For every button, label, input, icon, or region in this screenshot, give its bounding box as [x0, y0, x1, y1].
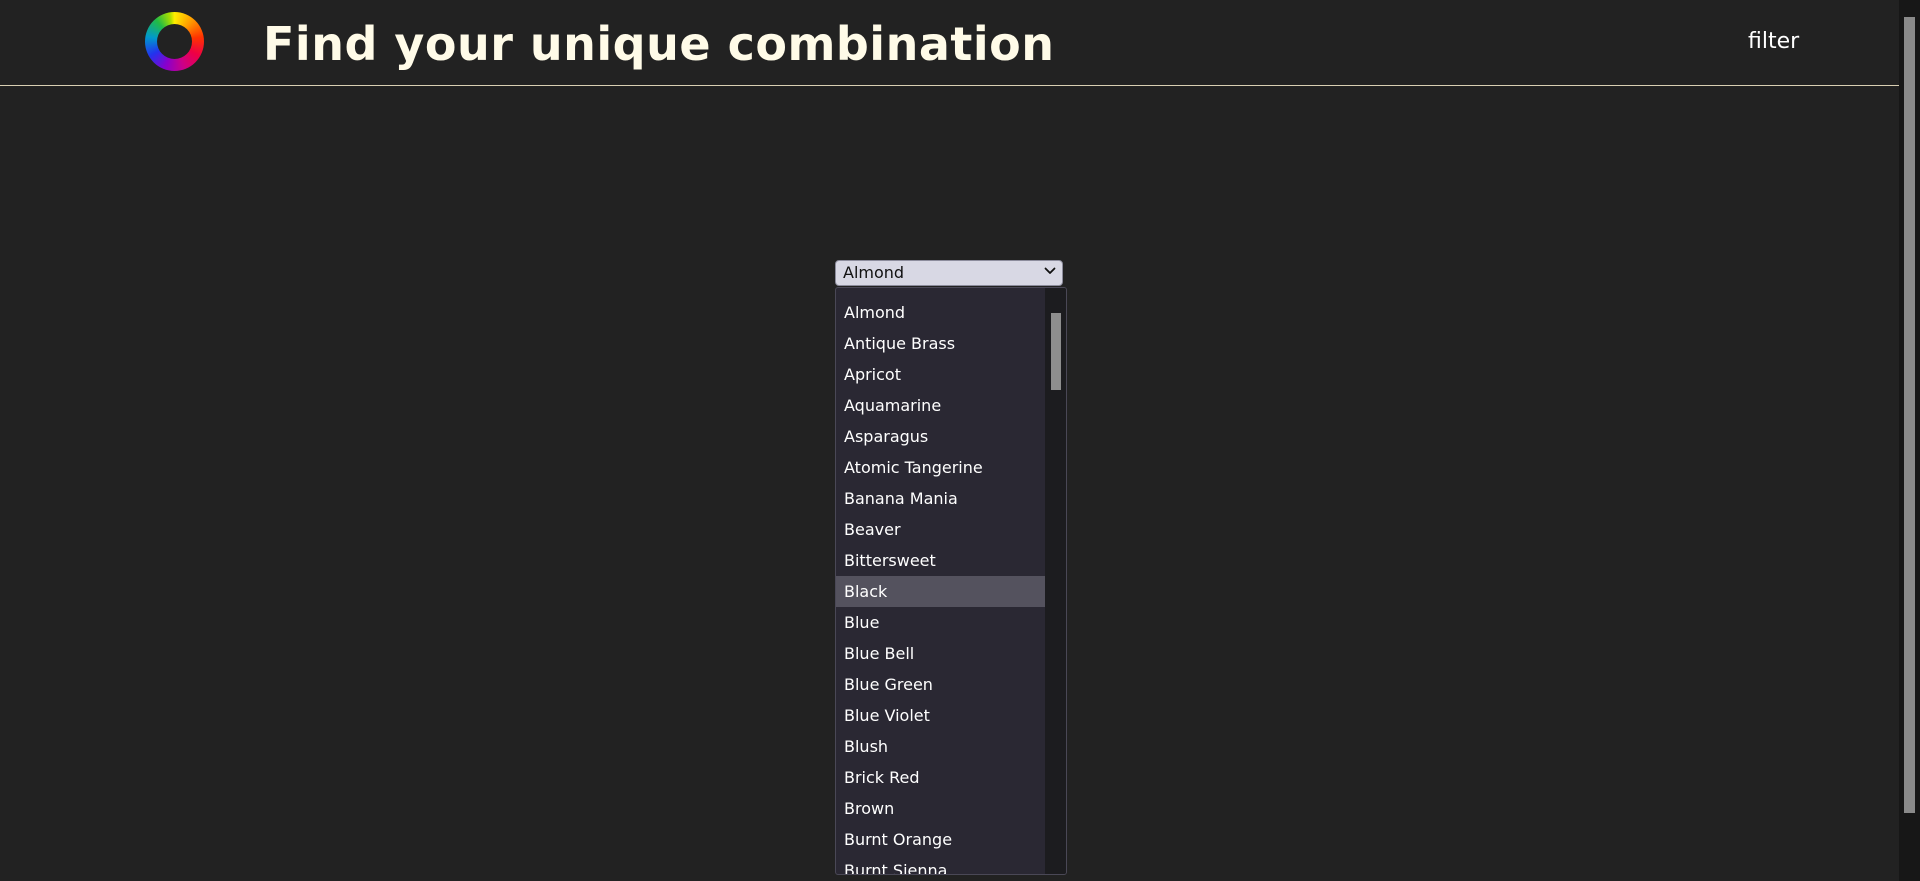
dropdown-scrollbar[interactable] — [1045, 288, 1066, 874]
page: Find your unique combination filter Almo… — [0, 0, 1920, 881]
dropdown-option[interactable]: Beaver — [836, 514, 1046, 545]
color-select[interactable]: Almond — [835, 260, 1063, 286]
dropdown-scrollbar-thumb[interactable] — [1051, 313, 1061, 390]
dropdown-option[interactable]: Almond — [836, 297, 1046, 328]
dropdown-option[interactable]: Brown — [836, 793, 1046, 824]
filter-link[interactable]: filter — [1748, 28, 1799, 56]
color-dropdown-list[interactable]: Almond Antique Brass Apricot Aquamarine Aspa… — [835, 287, 1067, 875]
header: Find your unique combination filter — [0, 0, 1899, 86]
dropdown-option[interactable]: Banana Mania — [836, 483, 1046, 514]
dropdown-option[interactable]: Blue Green — [836, 669, 1046, 700]
dropdown-option[interactable]: Aquamarine — [836, 390, 1046, 421]
chevron-down-svg — [1044, 267, 1056, 274]
page-title: Find your unique combination — [263, 17, 1055, 71]
color-select-value: Almond — [843, 263, 905, 282]
dropdown-option[interactable]: Brick Red — [836, 762, 1046, 793]
page-scrollbar[interactable] — [1899, 0, 1920, 881]
dropdown-option[interactable]: Bittersweet — [836, 545, 1046, 576]
dropdown-option[interactable]: Blue Violet — [836, 700, 1046, 731]
dropdown-option[interactable]: Atomic Tangerine — [836, 452, 1046, 483]
dropdown-option[interactable]: Burnt Sienna — [836, 855, 1046, 874]
dropdown-option[interactable]: Blue Bell — [836, 638, 1046, 669]
color-wheel-icon[interactable] — [145, 12, 204, 71]
color-wheel-hole — [157, 24, 192, 59]
page-scrollbar-thumb[interactable] — [1904, 17, 1915, 813]
dropdown-option[interactable]: Apricot — [836, 359, 1046, 390]
dropdown-option[interactable]: Antique Brass — [836, 328, 1046, 359]
option-list: Almond Antique Brass Apricot Aquamarine Aspa… — [836, 297, 1046, 874]
dropdown-option[interactable]: Blue — [836, 607, 1046, 638]
chevron-down-icon — [1044, 264, 1056, 282]
dropdown-option[interactable]: Blush — [836, 731, 1046, 762]
dropdown-option[interactable]: Burnt Orange — [836, 824, 1046, 855]
dropdown-option[interactable]: Black — [836, 576, 1046, 607]
dropdown-option[interactable]: Asparagus — [836, 421, 1046, 452]
